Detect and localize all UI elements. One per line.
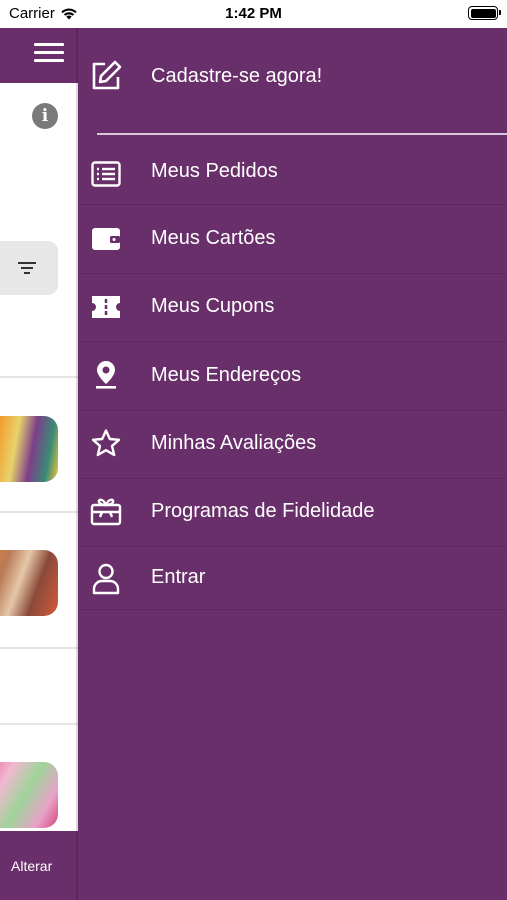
divider (0, 511, 78, 513)
menu-item-reviews[interactable]: Minhas Avaliações (78, 411, 507, 478)
menu-item-coupons[interactable]: Meus Cupons (78, 274, 507, 341)
menu-item-loyalty[interactable]: Programas de Fidelidade (78, 479, 507, 546)
store-thumbnail[interactable] (0, 550, 58, 616)
edit-icon (88, 58, 124, 94)
wallet-icon (88, 221, 124, 257)
hamburger-menu-icon[interactable] (34, 43, 64, 65)
store-thumbnail[interactable] (0, 416, 58, 482)
app-header (0, 28, 78, 83)
menu-item-orders[interactable]: Meus Pedidos (78, 144, 507, 204)
battery-icon (468, 6, 501, 20)
background-app: i Alterar (0, 28, 78, 900)
menu-item-label: Minhas Avaliações (151, 432, 317, 454)
divider (78, 609, 507, 610)
status-bar: Carrier 1:42 PM (0, 0, 507, 28)
menu-item-addresses[interactable]: Meus Endereços (78, 342, 507, 410)
divider (0, 723, 78, 725)
change-button[interactable]: Alterar (11, 858, 52, 874)
clock: 1:42 PM (225, 5, 282, 22)
divider (0, 647, 78, 649)
menu-item-register[interactable]: Cadastre-se agora! (78, 52, 507, 100)
search-filter-bar[interactable] (0, 241, 58, 295)
menu-item-label: Entrar (151, 566, 206, 588)
star-icon (88, 425, 124, 461)
store-thumbnail[interactable] (0, 762, 58, 828)
menu-item-label: Cadastre-se agora! (151, 65, 323, 87)
menu-item-cards[interactable]: Meus Cartões (78, 205, 507, 273)
gift-icon (88, 493, 124, 529)
menu-item-label: Meus Endereços (151, 364, 302, 386)
menu-item-label: Meus Cupons (151, 295, 275, 317)
location-pin-icon (88, 357, 124, 393)
navigation-drawer: Cadastre-se agora! Meus Pedidos Meus Car… (78, 28, 507, 900)
ticket-icon (88, 289, 124, 325)
menu-item-login[interactable]: Entrar (78, 547, 507, 609)
info-icon[interactable]: i (32, 103, 58, 129)
list-icon (88, 156, 124, 192)
app-footer: Alterar (0, 831, 78, 900)
menu-item-label: Meus Pedidos (151, 160, 278, 182)
menu-item-label: Meus Cartões (151, 227, 276, 249)
divider (0, 376, 78, 378)
filter-icon[interactable] (18, 262, 36, 276)
menu-item-label: Programas de Fidelidade (151, 500, 375, 522)
user-icon (88, 561, 124, 597)
header-divider (97, 133, 507, 135)
